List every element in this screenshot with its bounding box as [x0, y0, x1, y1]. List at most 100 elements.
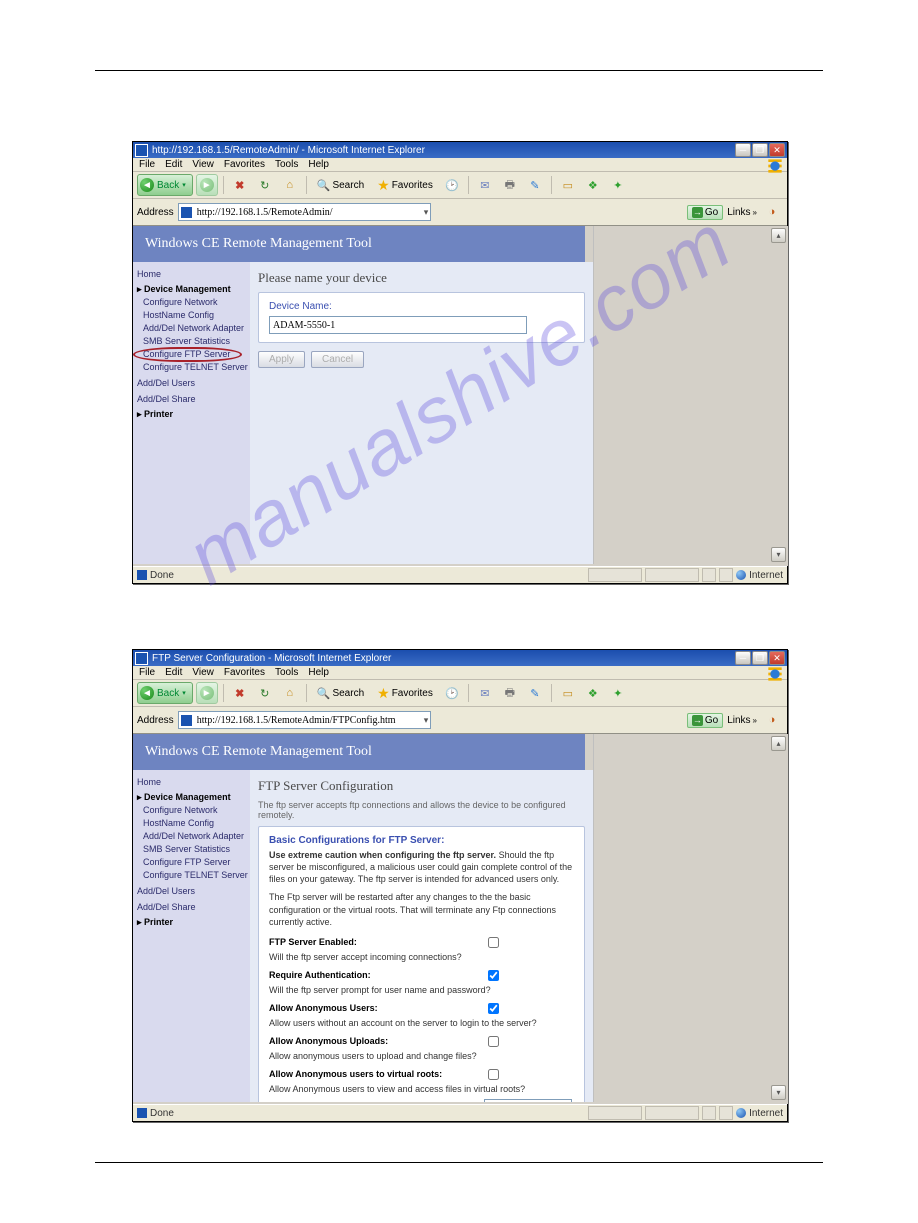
- edit-button[interactable]: ✎: [524, 174, 546, 196]
- stop-button[interactable]: ✖: [229, 682, 251, 704]
- home-button[interactable]: ⌂: [279, 682, 301, 704]
- menu-view[interactable]: View: [192, 667, 214, 678]
- close-button[interactable]: ✕: [769, 143, 785, 157]
- sidebar-device-mgmt[interactable]: ▸ Device Management: [137, 283, 246, 296]
- favorites-button[interactable]: ★Favorites: [372, 174, 438, 196]
- address-dropdown-icon[interactable]: ▾: [424, 207, 429, 218]
- menu-edit[interactable]: Edit: [165, 159, 182, 170]
- research-button[interactable]: ❖: [582, 174, 604, 196]
- status-bar: Done Internet: [133, 566, 787, 583]
- menu-help[interactable]: Help: [308, 667, 329, 678]
- sidebar-configure-ftp[interactable]: Configure FTP Server: [137, 856, 246, 869]
- anon-vroot-checkbox[interactable]: [488, 1069, 499, 1080]
- refresh-button[interactable]: ↻: [254, 174, 276, 196]
- mail-button[interactable]: ✉: [474, 174, 496, 196]
- toolbar-extra-icon[interactable]: ◑: [761, 709, 783, 731]
- toolbar: ◄Back▾ ► ✖ ↻ ⌂ 🔍Search ★Favorites 🕑 ✉ 🖶 …: [133, 680, 787, 707]
- sidebar-configure-telnet[interactable]: Configure TELNET Server: [137, 869, 246, 882]
- minimize-button[interactable]: ─: [735, 651, 751, 665]
- favorites-button[interactable]: ★Favorites: [372, 682, 438, 704]
- go-button[interactable]: →Go: [687, 713, 723, 728]
- sidebar-configure-network[interactable]: Configure Network: [137, 804, 246, 817]
- require-auth-checkbox[interactable]: [488, 970, 499, 981]
- address-input[interactable]: [195, 206, 421, 219]
- back-button[interactable]: ◄Back▾: [137, 682, 193, 704]
- history-button[interactable]: 🕑: [441, 174, 463, 196]
- sidebar-add-del-share[interactable]: Add/Del Share: [137, 901, 246, 914]
- menu-favorites[interactable]: Favorites: [224, 667, 265, 678]
- sidebar-add-del-users[interactable]: Add/Del Users: [137, 377, 246, 390]
- menu-tools[interactable]: Tools: [275, 667, 298, 678]
- sidebar-printer[interactable]: ▸ Printer: [137, 408, 246, 421]
- menu-tools[interactable]: Tools: [275, 159, 298, 170]
- menu-help[interactable]: Help: [308, 159, 329, 170]
- address-input[interactable]: [195, 714, 421, 727]
- scroll-up-button[interactable]: ▴: [771, 228, 786, 243]
- scroll-down-button[interactable]: ▾: [771, 1085, 786, 1100]
- sidebar-smb-stats[interactable]: SMB Server Statistics: [137, 335, 246, 348]
- close-button[interactable]: ✕: [769, 651, 785, 665]
- sidebar-smb-stats[interactable]: SMB Server Statistics: [137, 843, 246, 856]
- allow-anon-checkbox[interactable]: [488, 1003, 499, 1014]
- menu-favorites[interactable]: Favorites: [224, 159, 265, 170]
- menu-edit[interactable]: Edit: [165, 667, 182, 678]
- sidebar-add-del-users[interactable]: Add/Del Users: [137, 885, 246, 898]
- anon-vroot-desc: Allow Anonymous users to view and access…: [269, 1084, 574, 1094]
- address-dropdown-icon[interactable]: ▾: [424, 715, 429, 726]
- history-button[interactable]: 🕑: [441, 682, 463, 704]
- menu-view[interactable]: View: [192, 159, 214, 170]
- scroll-down-button[interactable]: ▾: [771, 547, 786, 562]
- messenger-button[interactable]: ✦: [607, 682, 629, 704]
- print-button[interactable]: 🖶: [499, 682, 521, 704]
- stop-button[interactable]: ✖: [229, 174, 251, 196]
- sidebar-hostname-config[interactable]: HostName Config: [137, 817, 246, 830]
- menu-file[interactable]: File: [139, 159, 155, 170]
- mail-button[interactable]: ✉: [474, 682, 496, 704]
- sidebar-add-del-adapter[interactable]: Add/Del Network Adapter: [137, 830, 246, 843]
- scroll-up-button[interactable]: ▴: [771, 736, 786, 751]
- apply-button[interactable]: Apply: [258, 351, 305, 368]
- minimize-button[interactable]: ─: [735, 143, 751, 157]
- search-button[interactable]: 🔍Search: [312, 682, 369, 704]
- window-titlebar: http://192.168.1.5/RemoteAdmin/ - Micros…: [133, 142, 787, 158]
- edit-button[interactable]: ✎: [524, 682, 546, 704]
- anon-upload-checkbox[interactable]: [488, 1036, 499, 1047]
- maximize-button[interactable]: ❐: [752, 651, 768, 665]
- cancel-button[interactable]: Cancel: [311, 351, 364, 368]
- sidebar-device-mgmt[interactable]: ▸ Device Management: [137, 791, 246, 804]
- links-button[interactable]: Links »: [727, 715, 757, 726]
- ftp-enabled-checkbox[interactable]: [488, 937, 499, 948]
- address-input-wrap[interactable]: ▾: [178, 711, 432, 729]
- search-button[interactable]: 🔍Search: [312, 174, 369, 196]
- sidebar-printer[interactable]: ▸ Printer: [137, 916, 246, 929]
- sidebar-configure-network[interactable]: Configure Network: [137, 296, 246, 309]
- maximize-button[interactable]: ❐: [752, 143, 768, 157]
- back-button[interactable]: ◄Back▾: [137, 174, 193, 196]
- toolbar-extra-icon[interactable]: ◑: [761, 201, 783, 223]
- address-input-wrap[interactable]: ▾: [178, 203, 432, 221]
- sidebar-home[interactable]: Home: [137, 268, 246, 281]
- refresh-button[interactable]: ↻: [254, 682, 276, 704]
- go-button[interactable]: →Go: [687, 205, 723, 220]
- links-button[interactable]: Links »: [727, 207, 757, 218]
- sidebar-home[interactable]: Home: [137, 776, 246, 789]
- sidebar-configure-telnet[interactable]: Configure TELNET Server: [137, 361, 246, 374]
- discuss-button[interactable]: ▭: [557, 682, 579, 704]
- device-name-input[interactable]: [269, 316, 527, 334]
- messenger-button[interactable]: ✦: [607, 174, 629, 196]
- ftp-enabled-label: FTP Server Enabled:: [269, 937, 357, 947]
- research-button[interactable]: ❖: [582, 682, 604, 704]
- default-dir-input[interactable]: [484, 1099, 572, 1102]
- print-button[interactable]: 🖶: [499, 174, 521, 196]
- sidebar-configure-ftp[interactable]: Configure FTP Server: [137, 348, 246, 361]
- require-auth-desc: Will the ftp server prompt for user name…: [269, 985, 574, 995]
- sidebar-add-del-adapter[interactable]: Add/Del Network Adapter: [137, 322, 246, 335]
- sidebar-add-del-share[interactable]: Add/Del Share: [137, 393, 246, 406]
- home-button[interactable]: ⌂: [279, 174, 301, 196]
- menu-file[interactable]: File: [139, 667, 155, 678]
- sidebar-hostname-config[interactable]: HostName Config: [137, 309, 246, 322]
- discuss-button[interactable]: ▭: [557, 174, 579, 196]
- page-title: FTP Server Configuration: [258, 778, 585, 794]
- forward-button[interactable]: ►: [196, 174, 218, 196]
- forward-button[interactable]: ►: [196, 682, 218, 704]
